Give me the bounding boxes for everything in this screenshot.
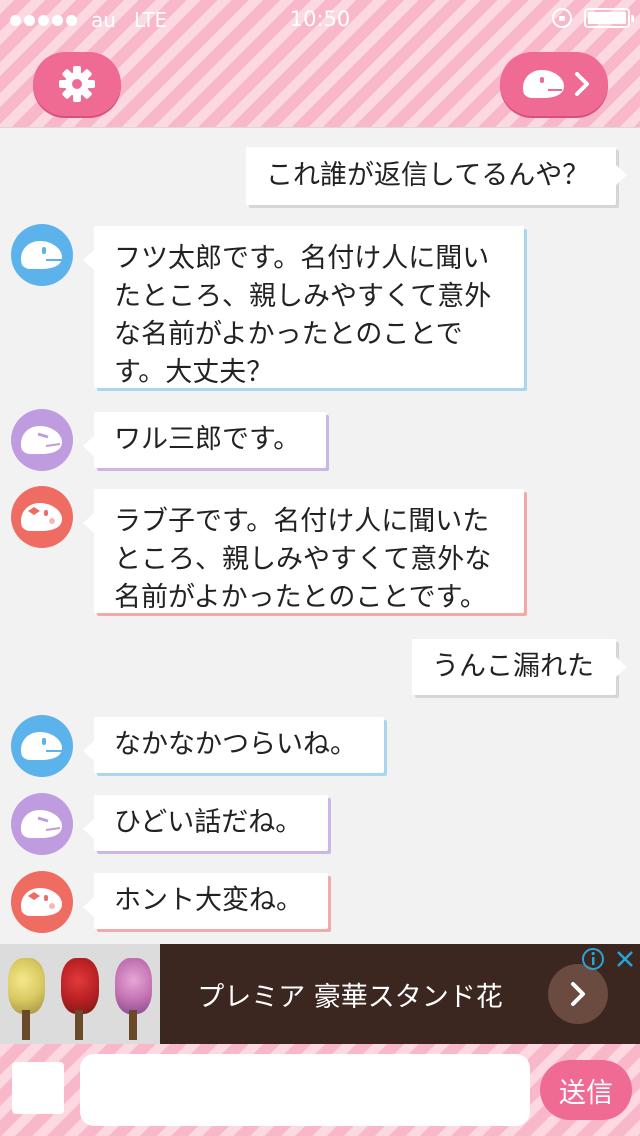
avatar-red[interactable] (11, 871, 73, 933)
character-face-icon (20, 888, 62, 916)
avatar-purple[interactable] (11, 793, 73, 855)
character-face-icon (522, 70, 564, 98)
status-right (552, 8, 634, 28)
message-input[interactable] (80, 1054, 530, 1126)
message-bubble-bot: ホント大変ね。 (83, 873, 328, 929)
avatar-blue[interactable] (11, 715, 73, 777)
character-face-icon (20, 732, 62, 760)
message-text: これ誰が返信してるんや？ (266, 160, 590, 191)
avatar-blue[interactable] (11, 224, 73, 286)
ad-open-button[interactable] (548, 964, 608, 1024)
ad-text[interactable]: プレミア 豪華スタンド花 (160, 944, 540, 1044)
ad-close-button[interactable] (610, 945, 640, 973)
clock: 10:50 (289, 7, 351, 31)
gear-icon (59, 66, 95, 102)
ad-info-button[interactable] (578, 945, 608, 973)
message-bubble-user: これ誰が返信してるんや？ (246, 147, 627, 205)
input-bar: 送信 (0, 1044, 640, 1136)
close-icon (617, 951, 633, 967)
message-bubble-bot: なかなかつらいね。 (83, 717, 384, 773)
rotation-lock-icon (552, 8, 572, 28)
character-face-icon (20, 241, 62, 269)
message-bubble-bot: ラブ子です。名付け人に聞いたところ、親しみやすくて意外な名前がよかったとのことで… (83, 489, 524, 613)
message-bubble-bot: ワル三郎です。 (83, 412, 326, 468)
character-face-icon (20, 810, 62, 838)
info-icon (582, 948, 604, 970)
message-text: ラブ子です。名付け人に聞いたところ、親しみやすくて意外な名前がよかったとのことで… (114, 506, 492, 613)
message-text: なかなかつらいね。 (114, 729, 357, 760)
ad-image[interactable] (0, 944, 160, 1044)
flower-stand-image (53, 944, 106, 1044)
message-text: ワル三郎です。 (114, 424, 301, 455)
character-button[interactable] (500, 52, 608, 116)
message-text: ホント大変ね。 (114, 885, 303, 916)
message-bubble-user: うんこ漏れた (412, 639, 627, 695)
character-face-icon (20, 426, 62, 454)
settings-button[interactable] (33, 52, 121, 116)
flower-stand-image (107, 944, 160, 1044)
flower-stand-image (0, 944, 53, 1044)
character-face-icon (20, 503, 62, 531)
avatar-purple[interactable] (11, 409, 73, 471)
chevron-right-icon (571, 982, 585, 1006)
attach-button[interactable] (12, 1062, 64, 1114)
chat-area[interactable]: これ誰が返信してるんや？ フツ太郎です。名付け人に聞いたところ、親しみやすくて意… (0, 129, 640, 943)
avatar-red[interactable] (11, 486, 73, 548)
send-button[interactable]: 送信 (540, 1060, 632, 1120)
message-text: フツ太郎です。名付け人に聞いたところ、親しみやすくて意外な名前がよかったとのこと… (114, 243, 492, 388)
message-text: ひどい話だね。 (114, 807, 303, 838)
message-text: うんこ漏れた (432, 651, 594, 682)
message-bubble-bot: ひどい話だね。 (83, 795, 328, 851)
battery-icon (584, 8, 634, 28)
status-bar: au LTE 10:50 (0, 0, 640, 40)
message-bubble-bot: フツ太郎です。名付け人に聞いたところ、親しみやすくて意外な名前がよかったとのこと… (83, 226, 524, 388)
chevron-right-icon (575, 72, 589, 96)
header: au LTE 10:50 (0, 0, 640, 128)
ad-banner[interactable]: プレミア 豪華スタンド花 (0, 944, 640, 1044)
